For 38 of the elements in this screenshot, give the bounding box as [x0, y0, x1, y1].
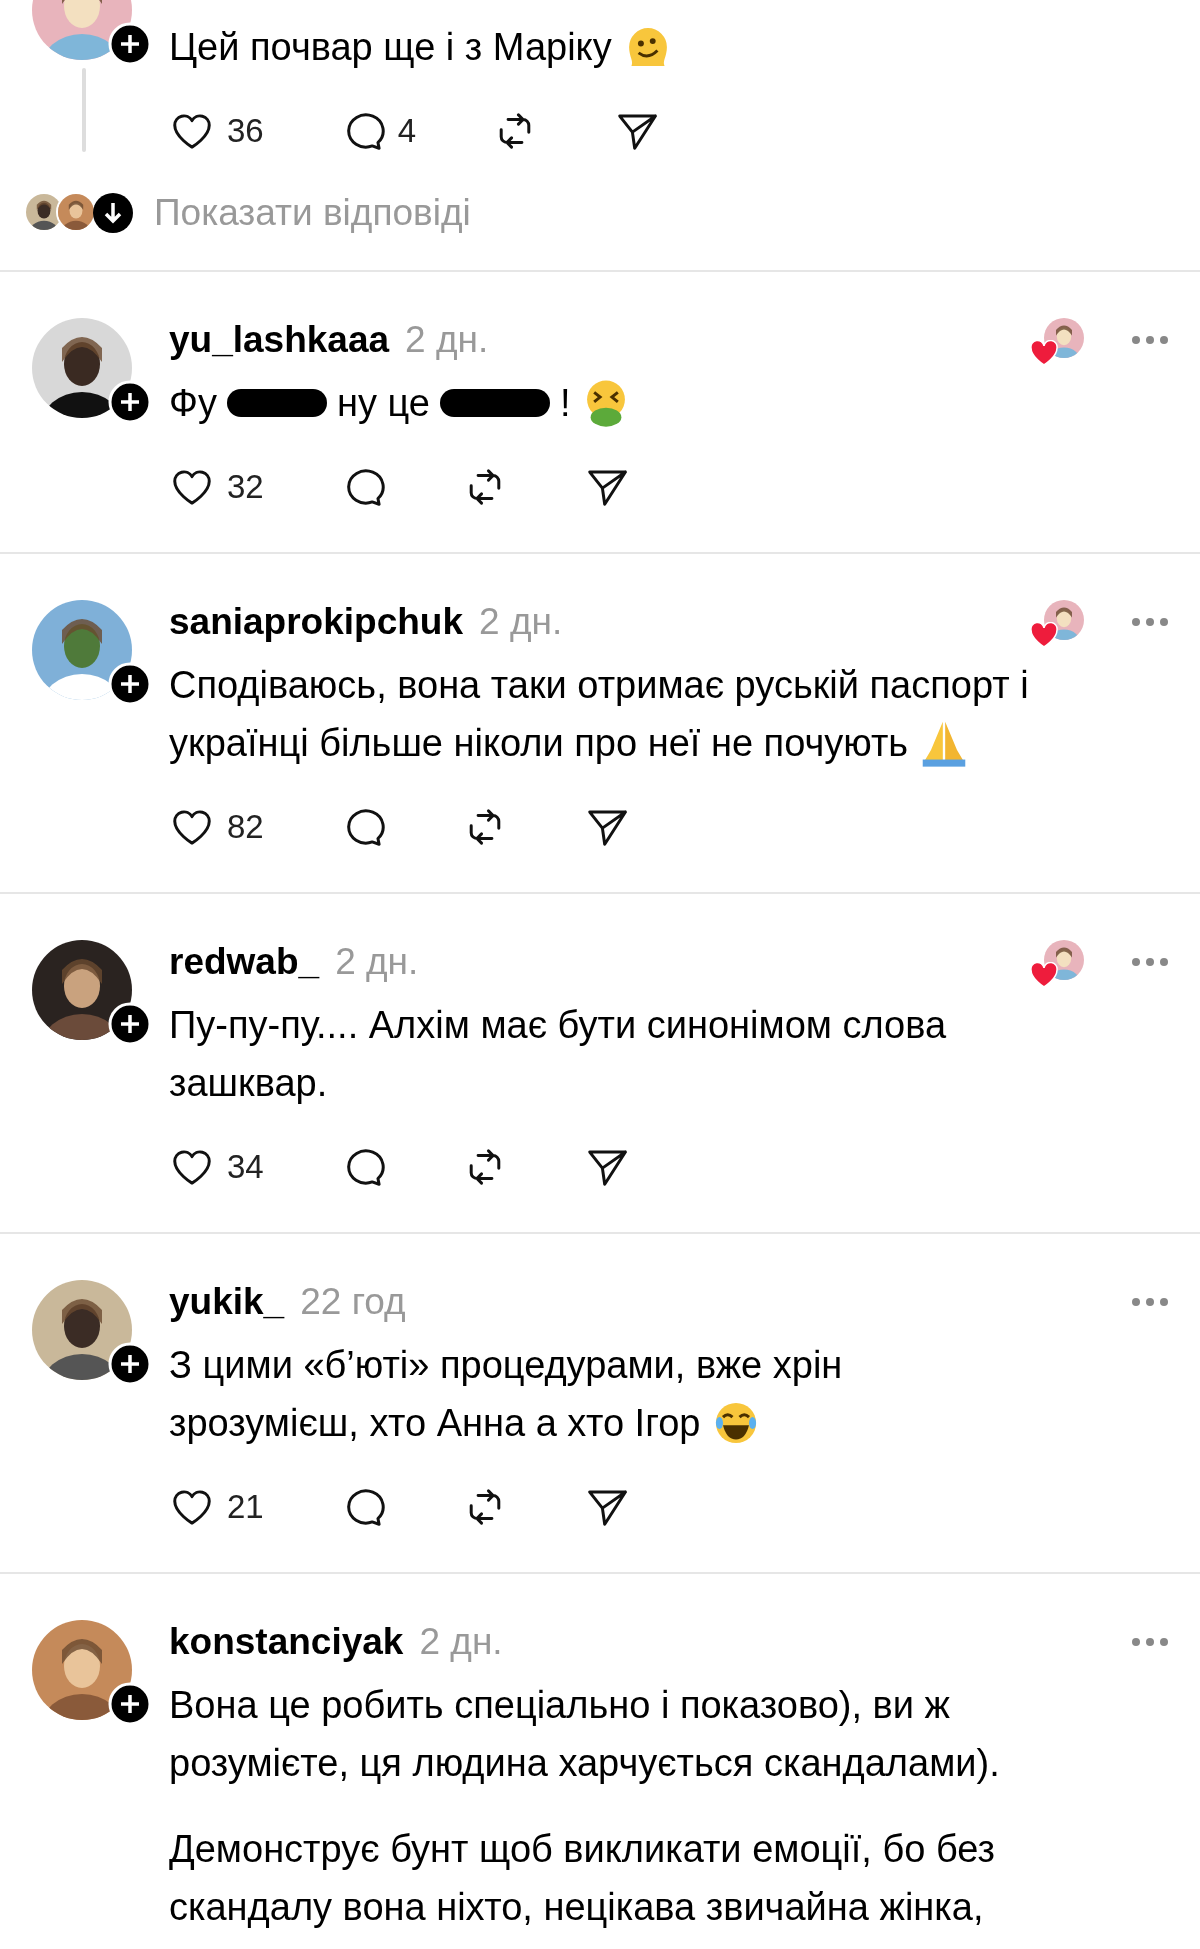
plus-icon[interactable] [108, 662, 152, 706]
timestamp: 2 дн. [419, 1620, 503, 1664]
like-count: 21 [227, 1488, 264, 1526]
timestamp: 22 год [300, 1280, 406, 1324]
timestamp: 2 дн. [405, 318, 489, 362]
like-count: 34 [227, 1148, 264, 1186]
username[interactable]: yu_lashkaaa [169, 318, 390, 362]
like-count: 32 [227, 468, 264, 506]
username[interactable]: redwab_ [169, 940, 320, 984]
more-icon[interactable] [1130, 334, 1170, 346]
timestamp: 2 дн. [479, 600, 563, 644]
more-icon[interactable] [1130, 616, 1170, 628]
plus-icon[interactable] [108, 1002, 152, 1046]
reply-count: 4 [397, 112, 417, 150]
plus-icon[interactable] [108, 1342, 152, 1386]
username[interactable]: saniaprokipchuk [169, 600, 464, 644]
timestamp: 2 дн. [335, 940, 419, 984]
comment-text: Цей почвар ще і з Маріку [169, 18, 674, 76]
username[interactable]: konstanciyak [169, 1620, 404, 1664]
comment-text: Демонструє бунт щоб викликати емоції, бо без скандалу вона ніхто, нецікава звичайна жінка, [169, 1827, 995, 1930]
username[interactable]: yukik_ [169, 1280, 285, 1324]
plus-icon[interactable] [108, 1682, 152, 1726]
arrow-down-icon[interactable] [92, 192, 134, 234]
heart-icon [1030, 962, 1058, 988]
comment-text: Пу-пу-пу.... Алхім має бути синонімом слова зашквар. [169, 1003, 947, 1106]
more-icon[interactable] [1130, 1296, 1170, 1308]
heart-icon [1030, 340, 1058, 366]
comment-text: Вона це робить спеціально і показово), ви ж розумієте, ця людина харчується скандалами). [169, 1683, 1000, 1786]
more-icon[interactable] [1130, 956, 1170, 968]
plus-icon[interactable] [108, 380, 152, 424]
like-count: 82 [227, 808, 264, 846]
comment-text: Фу ну це ! [169, 374, 633, 432]
heart-icon [1030, 622, 1058, 648]
more-icon[interactable] [1130, 1636, 1170, 1648]
comment-text: Сподіваюсь, вона таки отримає руській паспорт і українці більше ніколи про неї не почують [169, 656, 1029, 772]
plus-icon[interactable] [108, 22, 152, 66]
like-count: 36 [227, 112, 264, 150]
comment-text: З цими «б’юті» процедурами, вже хрін зрозумієш, хто Анна а хто Ігор [169, 1336, 843, 1452]
